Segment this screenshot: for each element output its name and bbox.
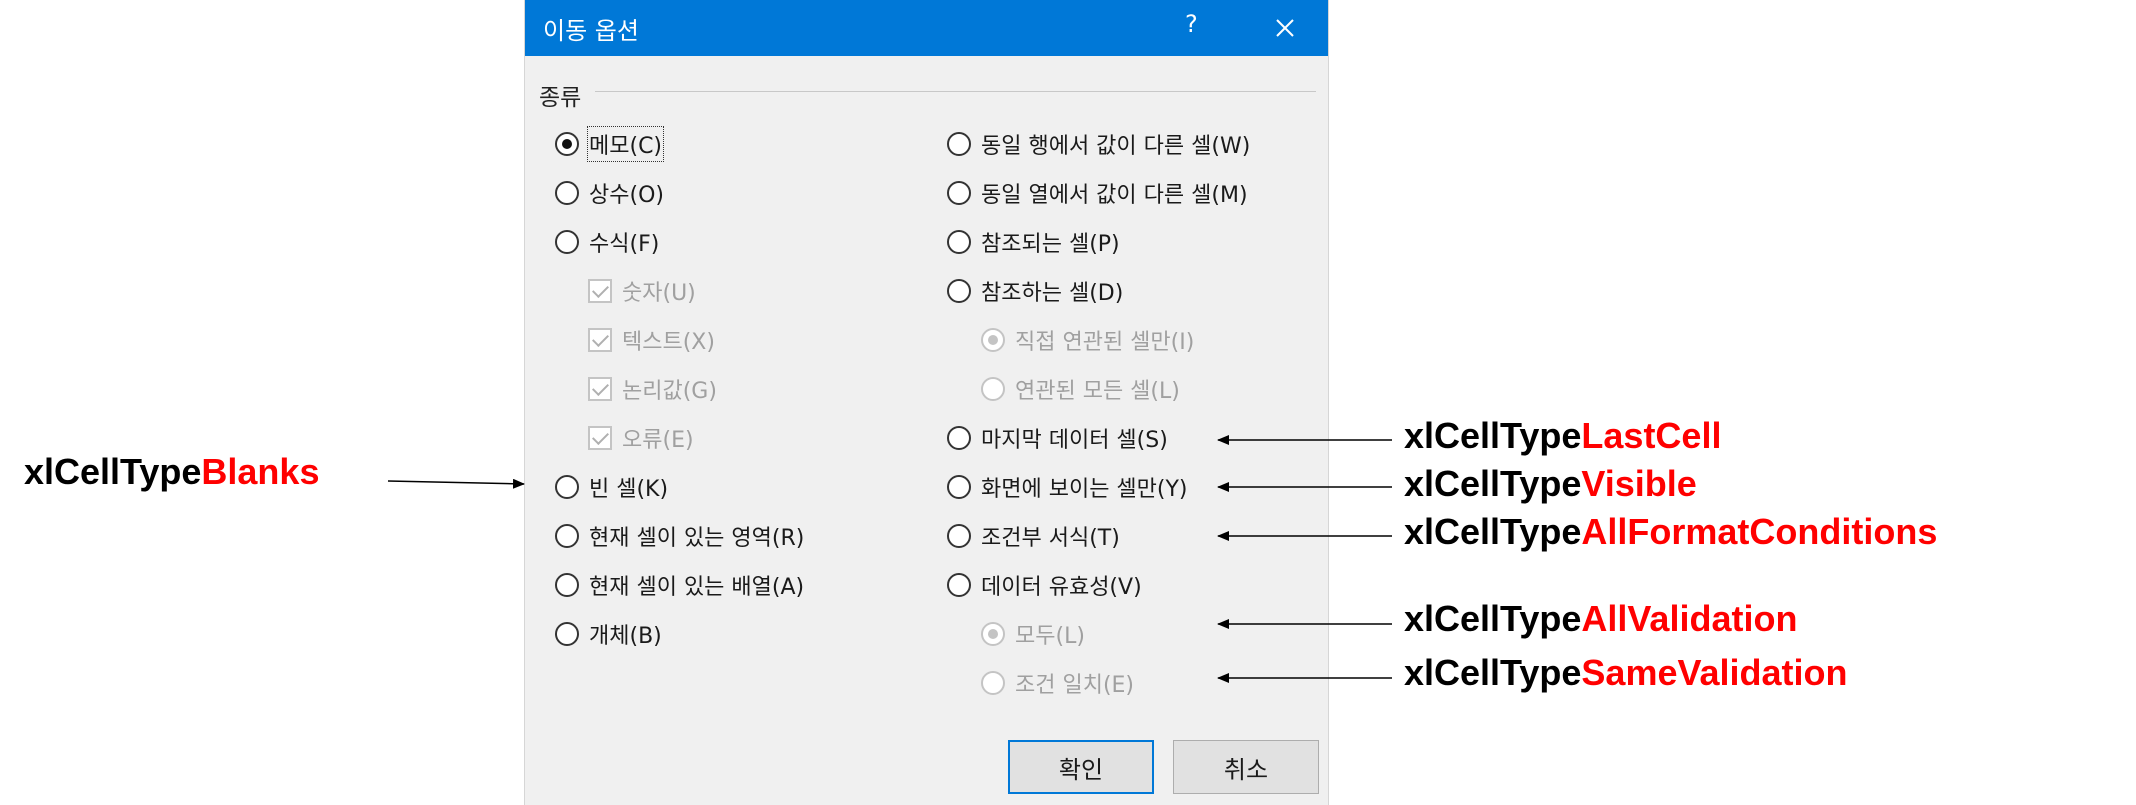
annotation-prefix: xlCellType <box>24 451 202 492</box>
annotation-prefix: xlCellType <box>1404 463 1582 504</box>
annotation-suffix: Blanks <box>201 451 320 492</box>
annotation-last-cell: xlCellTypeLastCell <box>1404 415 1721 457</box>
annotation-prefix: xlCellType <box>1404 415 1582 456</box>
annotation-prefix: xlCellType <box>1404 511 1582 552</box>
annotation-prefix: xlCellType <box>1404 652 1582 693</box>
annotation-suffix: Visible <box>1581 463 1697 504</box>
annotation-prefix: xlCellType <box>1404 598 1582 639</box>
annotation-visible: xlCellTypeVisible <box>1404 463 1697 505</box>
annotation-all-format-conditions: xlCellTypeAllFormatConditions <box>1404 511 1937 553</box>
annotation-suffix: SameValidation <box>1581 652 1848 693</box>
annotation-suffix: LastCell <box>1581 415 1722 456</box>
annotation-blanks: xlCellTypeBlanks <box>24 451 319 493</box>
annotation-suffix: AllFormatConditions <box>1581 511 1938 552</box>
arrow-blanks <box>387 478 525 489</box>
annotation-same-validation: xlCellTypeSameValidation <box>1404 652 1848 694</box>
annotation-suffix: AllValidation <box>1581 598 1798 639</box>
annotation-all-validation: xlCellTypeAllValidation <box>1404 598 1797 640</box>
